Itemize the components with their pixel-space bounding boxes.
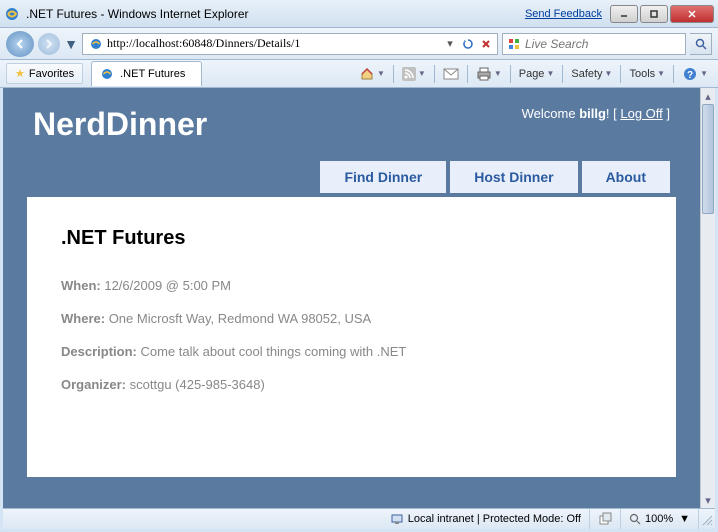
dinner-details: .NET Futures When: 12/6/2009 @ 5:00 PM W… bbox=[27, 197, 676, 477]
username: billg bbox=[579, 106, 606, 121]
window-title: .NET Futures - Windows Internet Explorer bbox=[26, 7, 525, 21]
dinner-where: Where: One Microsft Way, Redmond WA 9805… bbox=[61, 311, 642, 326]
home-button[interactable]: ▼ bbox=[355, 63, 389, 85]
status-bar: Local intranet | Protected Mode: Off 100… bbox=[3, 508, 715, 529]
search-input[interactable] bbox=[525, 37, 682, 51]
address-dropdown[interactable]: ▾ bbox=[441, 35, 459, 53]
dinner-organizer: Organizer: scottgu (425-985-3648) bbox=[61, 377, 642, 392]
dinner-title: .NET Futures bbox=[61, 227, 642, 250]
address-input[interactable] bbox=[107, 36, 441, 51]
page-content: NerdDinner Welcome billg! [ Log Off ] Fi… bbox=[3, 88, 700, 508]
maximize-button[interactable] bbox=[640, 5, 668, 23]
nav-find-dinner[interactable]: Find Dinner bbox=[320, 161, 446, 193]
print-button[interactable]: ▼ bbox=[472, 64, 506, 84]
command-bar: ▼ ▼ ▼ Page ▼ Safety ▼ Tools ▼ bbox=[355, 63, 712, 85]
scroll-down-button[interactable]: ▾ bbox=[701, 492, 715, 508]
minimize-button[interactable] bbox=[610, 5, 638, 23]
favorites-button[interactable]: ★ Favorites bbox=[6, 63, 83, 84]
address-bar: ▾ bbox=[82, 33, 498, 55]
chevron-down-icon: ▼ bbox=[546, 69, 554, 78]
tab-title: .NET Futures bbox=[120, 68, 185, 80]
chevron-down-icon: ▼ bbox=[605, 69, 613, 78]
scroll-up-button[interactable]: ▴ bbox=[701, 88, 715, 104]
ie-icon bbox=[4, 6, 20, 22]
favorites-label: Favorites bbox=[29, 68, 74, 80]
chevron-down-icon: ▼ bbox=[679, 513, 690, 525]
logoff-link[interactable]: Log Off bbox=[620, 106, 662, 121]
safety-menu[interactable]: Safety ▼ bbox=[567, 65, 616, 83]
help-button[interactable]: ? ▼ bbox=[678, 63, 712, 85]
search-bar bbox=[502, 33, 686, 55]
recent-pages-dropdown[interactable]: ▼ bbox=[64, 31, 78, 57]
send-feedback-link[interactable]: Send Feedback bbox=[525, 8, 602, 20]
user-welcome: Welcome billg! [ Log Off ] bbox=[522, 106, 670, 121]
page-icon bbox=[89, 37, 103, 51]
tools-menu[interactable]: Tools ▼ bbox=[625, 65, 669, 83]
chevron-down-icon: ▼ bbox=[377, 69, 385, 78]
window-titlebar: .NET Futures - Windows Internet Explorer… bbox=[0, 0, 718, 28]
back-button[interactable] bbox=[6, 31, 34, 57]
site-nav: Find Dinner Host Dinner About bbox=[3, 143, 700, 193]
resize-grip[interactable] bbox=[699, 512, 715, 526]
forward-button[interactable] bbox=[38, 33, 60, 55]
scroll-thumb[interactable] bbox=[702, 104, 714, 214]
feeds-button[interactable]: ▼ bbox=[398, 64, 430, 84]
status-zone[interactable]: Local intranet | Protected Mode: Off bbox=[382, 509, 590, 529]
search-button[interactable] bbox=[690, 33, 712, 55]
live-search-icon bbox=[507, 37, 521, 51]
dinner-when: When: 12/6/2009 @ 5:00 PM bbox=[61, 278, 642, 293]
vertical-scrollbar[interactable]: ▴ ▾ bbox=[700, 88, 715, 508]
close-button[interactable] bbox=[670, 5, 714, 23]
navigation-toolbar: ▼ ▾ bbox=[0, 28, 718, 60]
svg-text:?: ? bbox=[687, 70, 693, 81]
read-mail-button[interactable] bbox=[439, 65, 463, 83]
nav-about[interactable]: About bbox=[582, 161, 670, 193]
star-icon: ★ bbox=[15, 67, 25, 80]
site-brand[interactable]: NerdDinner bbox=[33, 106, 207, 143]
refresh-button[interactable] bbox=[459, 35, 477, 53]
stop-button[interactable] bbox=[477, 35, 495, 53]
dinner-description: Description: Come talk about cool things… bbox=[61, 344, 642, 359]
status-popup[interactable] bbox=[590, 509, 621, 529]
tabs-toolbar: ★ Favorites .NET Futures ▼ ▼ ▼ Page ▼ bbox=[0, 60, 718, 88]
chevron-down-icon: ▼ bbox=[418, 69, 426, 78]
zoom-control[interactable]: 100% ▼ bbox=[621, 509, 699, 529]
intranet-icon bbox=[390, 512, 404, 526]
page-menu[interactable]: Page ▼ bbox=[515, 65, 559, 83]
browser-tab[interactable]: .NET Futures bbox=[91, 61, 202, 86]
chevron-down-icon: ▼ bbox=[700, 69, 708, 78]
nav-host-dinner[interactable]: Host Dinner bbox=[450, 161, 577, 193]
tab-page-icon bbox=[100, 67, 114, 81]
chevron-down-icon: ▼ bbox=[657, 69, 665, 78]
chevron-down-icon: ▼ bbox=[494, 69, 502, 78]
zoom-icon bbox=[629, 513, 641, 525]
